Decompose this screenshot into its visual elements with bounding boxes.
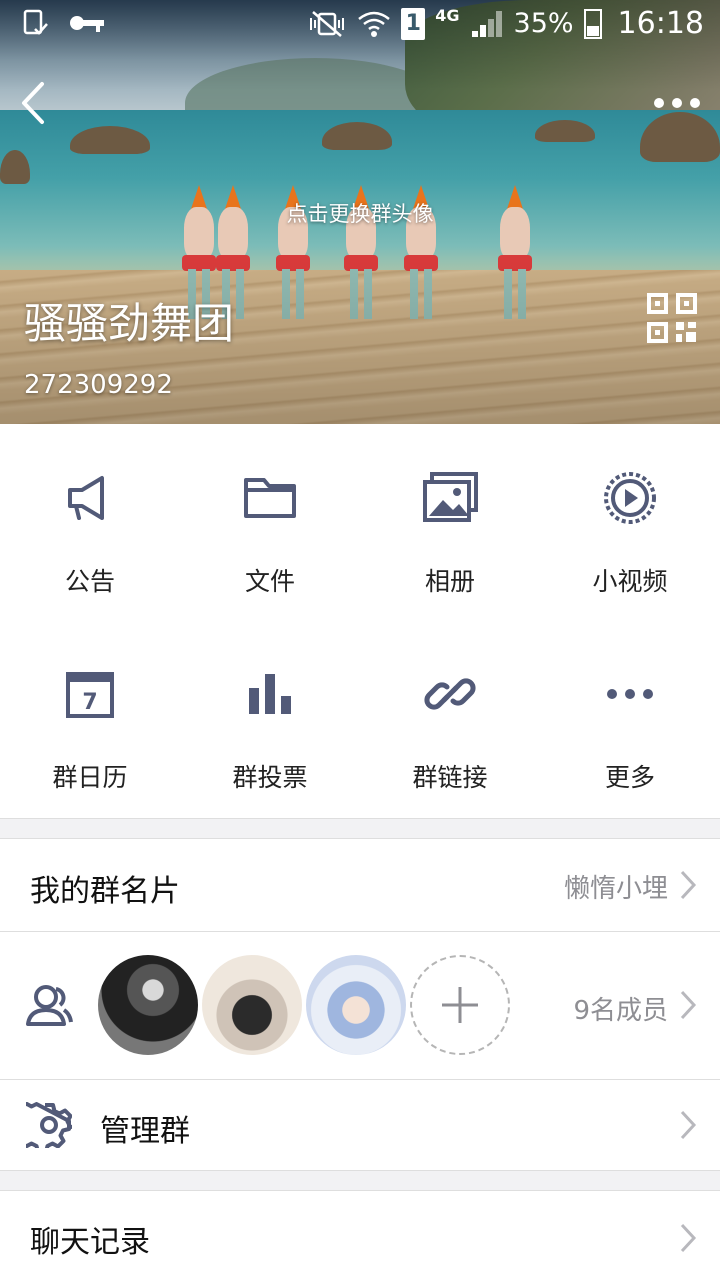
chevron-right-icon bbox=[680, 990, 697, 1020]
feature-label: 群链接 bbox=[412, 763, 488, 792]
battery-icon bbox=[583, 8, 602, 39]
my-group-card-value: 懒惰小埋 bbox=[563, 874, 668, 904]
manage-group-row[interactable]: 管理群 bbox=[0, 1080, 720, 1170]
feature-label: 群投票 bbox=[232, 763, 308, 792]
plus-icon bbox=[442, 987, 478, 1023]
album-icon bbox=[423, 472, 478, 522]
member-count: 9名成员 bbox=[573, 996, 668, 1026]
link-icon bbox=[424, 678, 476, 710]
feature-video[interactable]: 小视频 bbox=[540, 424, 720, 620]
more-icon[interactable] bbox=[652, 88, 702, 118]
feature-calendar[interactable]: 7 群日历 bbox=[0, 620, 180, 816]
chat-history-row[interactable]: 聊天记录 bbox=[0, 1191, 720, 1280]
feature-album[interactable]: 相册 bbox=[360, 424, 540, 620]
members-icon bbox=[26, 985, 73, 1026]
feature-announcement[interactable]: 公告 bbox=[0, 424, 180, 620]
video-icon bbox=[604, 472, 656, 524]
calendar-icon: 7 bbox=[66, 672, 114, 718]
feature-files[interactable]: 文件 bbox=[180, 424, 360, 620]
announcement-icon bbox=[68, 476, 104, 520]
change-avatar-hint[interactable]: 点击更换群头像 bbox=[0, 198, 720, 228]
chevron-right-icon bbox=[680, 870, 697, 900]
section-divider bbox=[0, 1170, 720, 1171]
status-bar: 1 4G 35% 16:18 bbox=[0, 0, 720, 50]
key-icon bbox=[70, 16, 104, 32]
feature-label: 群日历 bbox=[52, 763, 128, 792]
wifi-icon bbox=[358, 11, 391, 37]
feature-grid: 公告 文件 相册 小视频 7 群日历 群投票 群链接 更多 bbox=[0, 424, 720, 818]
feature-link[interactable]: 群链接 bbox=[360, 620, 540, 816]
row-divider bbox=[0, 838, 720, 839]
chevron-right-icon bbox=[680, 1223, 697, 1253]
phone-check-icon bbox=[23, 9, 48, 35]
folder-icon bbox=[244, 478, 296, 518]
feature-label: 公告 bbox=[64, 567, 115, 596]
feature-label: 小视频 bbox=[592, 567, 668, 596]
sim-indicator: 1 bbox=[401, 7, 426, 40]
group-id: 272309292 bbox=[24, 370, 173, 400]
chevron-right-icon bbox=[680, 1110, 697, 1140]
my-group-card-row[interactable]: 我的群名片 懒惰小埋 bbox=[0, 838, 720, 932]
poll-icon bbox=[249, 674, 291, 714]
qr-code-icon[interactable] bbox=[646, 292, 698, 344]
my-group-card-title: 我的群名片 bbox=[30, 874, 180, 909]
feature-more[interactable]: 更多 bbox=[540, 620, 720, 816]
feature-poll[interactable]: 群投票 bbox=[180, 620, 360, 816]
gear-icon bbox=[26, 1102, 72, 1148]
back-icon[interactable] bbox=[14, 78, 54, 128]
feature-label: 文件 bbox=[244, 567, 295, 596]
feature-label: 更多 bbox=[604, 763, 655, 792]
clock: 16:18 bbox=[617, 6, 704, 41]
signal-icon bbox=[471, 10, 502, 37]
more-dots-icon bbox=[607, 689, 653, 699]
feature-label: 相册 bbox=[424, 567, 475, 596]
member-avatar[interactable] bbox=[202, 955, 302, 1055]
member-avatar[interactable] bbox=[306, 955, 406, 1055]
manage-group-title: 管理群 bbox=[100, 1114, 190, 1149]
network-type: 4G bbox=[435, 6, 460, 25]
add-member-button[interactable] bbox=[410, 955, 510, 1055]
mute-vibrate-icon bbox=[310, 10, 345, 37]
member-avatar[interactable] bbox=[98, 955, 198, 1055]
section-divider bbox=[0, 818, 720, 819]
battery-percent: 35% bbox=[513, 8, 574, 39]
calendar-day: 7 bbox=[82, 690, 97, 715]
chat-history-title: 聊天记录 bbox=[30, 1225, 150, 1260]
group-name: 骚骚劲舞团 bbox=[24, 299, 235, 348]
